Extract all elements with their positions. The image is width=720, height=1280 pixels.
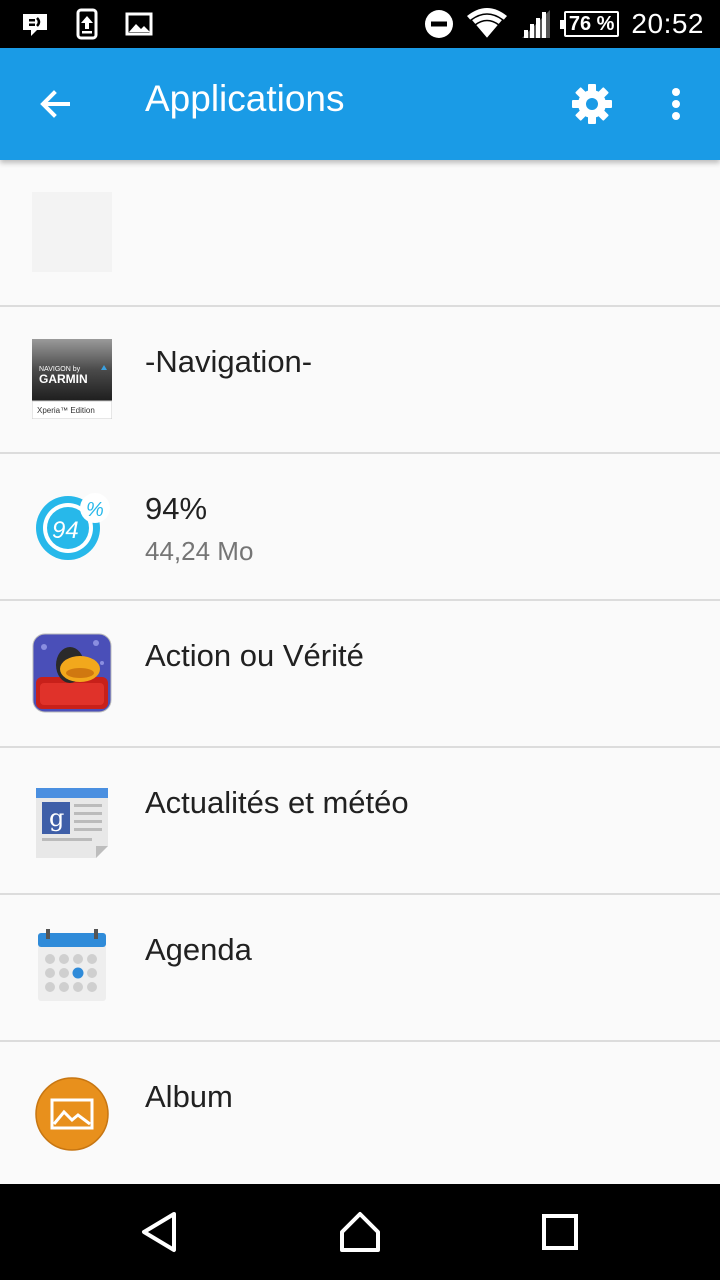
list-item[interactable]: g Actualités et météo xyxy=(0,748,720,895)
notification-icons xyxy=(20,8,154,40)
gear-icon[interactable] xyxy=(568,80,616,128)
message-icon xyxy=(23,14,47,36)
app-name: Actualités et météo xyxy=(145,785,409,820)
album-icon xyxy=(35,1077,109,1151)
blank-app-icon xyxy=(32,192,112,272)
svg-text:g: g xyxy=(49,804,64,832)
recents-icon[interactable] xyxy=(536,1208,584,1256)
upload-icon xyxy=(76,8,98,40)
app-name: Action ou Vérité xyxy=(145,638,364,673)
image-icon xyxy=(125,12,153,36)
google-news-icon: g xyxy=(36,788,108,858)
app-name: Agenda xyxy=(145,932,252,967)
94-percent-icon: 94 % xyxy=(36,493,110,560)
list-item[interactable]: Agenda xyxy=(0,895,720,1042)
app-bar: Applications xyxy=(0,48,720,160)
more-vert-icon[interactable] xyxy=(654,80,698,128)
app-size: 44,24 Mo xyxy=(145,536,254,566)
list-item[interactable]: NAVIGON by GARMIN Xperia™ Edition -Navig… xyxy=(0,307,720,454)
clock: 20:52 xyxy=(631,8,704,39)
wifi-icon xyxy=(466,8,507,41)
status-bar: 76 % 20:52 xyxy=(0,0,720,48)
list-item[interactable]: Action ou Vérité xyxy=(0,601,720,748)
home-icon[interactable] xyxy=(336,1208,384,1256)
app-name: 94% xyxy=(145,491,208,526)
back-triangle-icon[interactable] xyxy=(136,1208,184,1256)
signal-icon xyxy=(521,10,550,38)
navigation-bar xyxy=(0,1184,720,1280)
list-item[interactable]: 94 % 94% 44,24 Mo xyxy=(0,454,720,601)
calendar-icon xyxy=(38,929,106,1001)
app-name: Album xyxy=(145,1079,233,1114)
list-item[interactable]: Album xyxy=(0,1042,720,1184)
action-ou-verite-icon xyxy=(32,633,112,713)
app-name: -Navigation- xyxy=(145,344,313,379)
system-icons: 76 % 20:52 xyxy=(424,6,704,42)
do-not-disturb-icon xyxy=(424,10,453,38)
svg-text:94: 94 xyxy=(52,517,79,544)
navigon-garmin-icon: NAVIGON by GARMIN Xperia™ Edition xyxy=(32,339,112,419)
svg-text:%: % xyxy=(86,499,104,521)
page-title: Applications xyxy=(145,78,345,119)
battery-indicator: 76 % xyxy=(559,11,620,37)
svg-text:GARMIN: GARMIN xyxy=(39,372,88,386)
list-item[interactable] xyxy=(0,160,720,307)
back-arrow-icon[interactable] xyxy=(32,80,80,128)
app-list: NAVIGON by GARMIN Xperia™ Edition -Navig… xyxy=(0,160,720,1184)
svg-text:Xperia™ Edition: Xperia™ Edition xyxy=(37,406,95,415)
